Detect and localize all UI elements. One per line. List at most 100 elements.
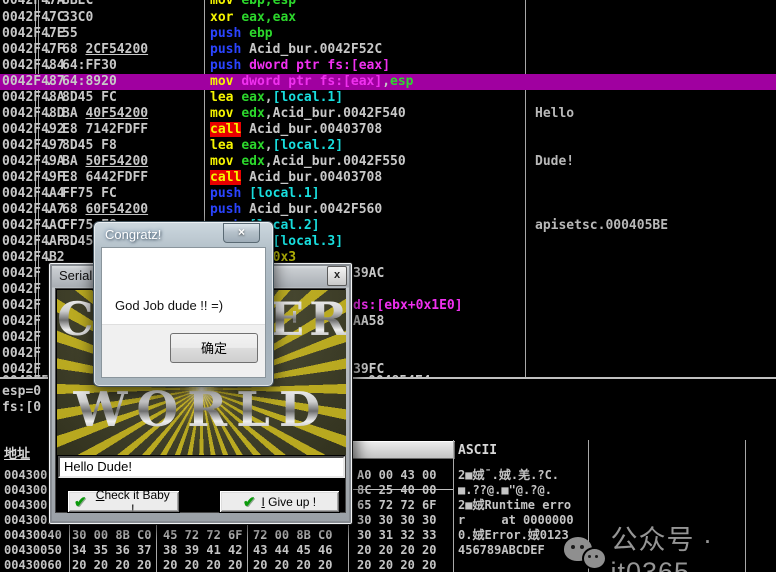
asm-opcode-bytes: FF75 FC [62,186,117,202]
dump-address: 00430060 [4,558,62,572]
asm-address: 0042F47C [2,10,65,26]
dump-hex-bytes: 30 31 32 33 [357,528,436,543]
info-esp-line: esp=0 [2,384,41,399]
asm-row[interactable]: 0042F49A.BA 50F54200mov edx,Acid_bur.004… [0,154,776,170]
asm-opcode-bytes: 68 2CF54200 [62,42,85,58]
green-check-icon: ✔ [74,493,87,511]
asm-instruction: mov edx,Acid_bur.0042F540 [210,106,406,122]
dump-hex-bytes: 30 00 8B C0 [72,528,151,543]
give-up-button-label: I Give up ! [261,495,316,509]
asm-instruction: call Acid_bur.00403708 [210,170,382,186]
asm-instruction: mov dword ptr fs:[eax],esp [210,74,414,90]
asm-address: 0042F49A [2,154,65,170]
asm-row[interactable]: 0042F4A4.FF75 FCpush [local.1] [0,186,776,202]
dump-hex-bytes: 20 20 20 20 [163,558,242,572]
congratz-dialog[interactable]: Congratz! × God Job dude !! =) 确定 [93,221,274,387]
debugger-screen: 0042F47A.8BECmov ebp,esp0042F47C.33C0xor… [0,0,776,572]
congratz-dialog-title: Congratz! [105,227,161,242]
asm-comment: apisetsc.000405BE [535,218,668,234]
wechat-bubble-small [582,547,607,570]
asm-row[interactable]: 0042F47E.55push ebp [0,26,776,42]
asm-opcode-bytes: BA 50F54200 [62,154,85,170]
asm-row[interactable]: 0042F492.E8 7142FDFFcall Acid_bur.004037… [0,122,776,138]
dump-hex-bytes: 43 44 45 46 [253,543,332,558]
asm-row[interactable]: 0042F497.8D45 F8lea eax,[local.2] [0,138,776,154]
asm-opcode-bytes: 33C0 [62,10,93,26]
dump-hex-bytes: 20 20 20 20 [357,543,436,558]
asm-instruction: lea eax,[local.2] [210,138,343,154]
dump-hex-bytes: 20 20 20 20 [253,558,332,572]
dump-ascii-text: ■.??@.■"@.?@. [458,483,552,498]
asm-address: 0042F47F [2,42,65,58]
asm-address: 0042F4A4 [2,186,65,202]
green-check-icon: ✔ [243,493,256,511]
asm-row[interactable]: 0042F47A.8BECmov ebp,esp [0,0,776,9]
asm-opcode-bytes: E8 7142FDFF [62,122,148,138]
dump-hex-bytes: A0 00 43 00 [357,468,436,483]
dump-hex-header-bar [352,441,455,459]
asm-address: 0042F [2,298,41,314]
asm-address: 0042F [2,282,41,298]
asm-address: 0042F4AC [2,218,65,234]
dump-ascii-text: 0.娀Error.娀0123 [458,528,569,543]
asm-address: 0042F [2,266,41,282]
asm-row[interactable]: 0042F487.64:8920mov dword ptr fs:[eax],e… [0,74,776,90]
dump-ascii-text: 2■娀¯.娀.羌.?C. [458,468,559,483]
asm-opcode-bytes: 55 [62,26,78,42]
dump-address-header: 地址 [4,443,30,462]
asm-address: 0042F48D [2,106,65,122]
dump-address: 00430040 [4,528,62,543]
asm-address: 0042F492 [2,122,65,138]
check-button-label: Check it Baby ! [93,488,173,516]
asm-row[interactable]: 0042F47C.33C0xor eax,eax [0,10,776,26]
asm-address: 0042F4AF [2,234,65,250]
asm-row[interactable]: 0042F49F.E8 6442FDFFcall Acid_bur.004037… [0,170,776,186]
asm-address: 0042F47A [2,0,65,9]
serial-window-title: Serial [59,268,92,283]
congratz-close-button[interactable]: × [223,223,260,243]
info-fs-line: fs:[0 [2,400,41,415]
asm-row[interactable]: 0042F48D.BA 40F54200mov edx,Acid_bur.004… [0,106,776,122]
wechat-icon [564,533,600,572]
asm-comment: Dude! [535,154,574,170]
asm-opcode-bytes: 8D45 FC [62,90,117,106]
asm-instruction: push Acid_bur.0042F52C [210,42,382,58]
dump-hex-bytes: 30 30 30 30 [357,513,436,528]
dump-hex-bytes: 34 35 36 37 [72,543,151,558]
asm-instruction: mov ebp,esp [210,0,296,9]
asm-comment: Hello [535,106,574,122]
asm-opcode-bytes: BA 40F54200 [62,106,85,122]
asm-row[interactable]: 0042F48A.8D45 FClea eax,[local.1] [0,90,776,106]
asm-row[interactable]: 0042F484.64:FF30push dword ptr fs:[eax] [0,58,776,74]
ok-button[interactable]: 确定 [170,333,258,363]
asm-row[interactable]: 0042F4A7.68 60F54200push Acid_bur.0042F5… [0,202,776,218]
asm-address: 0042F48A [2,90,65,106]
asm-row[interactable]: 0042F47F.68 2CF54200push Acid_bur.0042F5… [0,42,776,58]
asm-instruction: xor eax,eax [210,10,296,26]
watermark: 公众号 · it0365 [564,518,776,572]
asm-address: 0042F484 [2,58,65,74]
check-it-baby-button[interactable]: ✔ Check it Baby ! [67,490,180,513]
asm-address: 0042F49F [2,170,65,186]
asm-instruction: push dword ptr fs:[eax] [210,58,390,74]
asm-opcode-bytes: 64:FF30 [62,58,117,74]
serial-input[interactable]: Hello Dude! [58,456,345,478]
give-up-button[interactable]: ✔ I Give up ! [219,490,340,513]
asm-opcode-bytes: 8BEC [62,0,93,9]
dump-hex-bytes: 8C 25 40 00 [357,483,436,498]
asm-fragment: 39AC [353,266,384,282]
asm-address: 0042F [2,314,41,330]
dump-hex-bytes: 20 20 20 20 [357,558,436,572]
dump-hex-bytes: 38 39 41 42 [163,543,242,558]
asm-fragment: AA58 [353,314,384,330]
dump-hex-bytes: 45 72 72 6F [163,528,242,543]
asm-opcode-bytes: E8 6442FDFF [62,170,148,186]
serial-close-button[interactable]: x [327,266,347,286]
asm-address: 0042F4A7 [2,202,65,218]
asm-instruction: push Acid_bur.0042F560 [210,202,382,218]
asm-instruction: call Acid_bur.00403708 [210,122,382,138]
congratz-message: God Job dude !! =) [115,298,223,313]
asm-opcode-bytes: 64:8920 [62,74,117,90]
asm-address: 0042F497 [2,138,65,154]
asm-opcode-bytes: 68 60F54200 [62,202,85,218]
